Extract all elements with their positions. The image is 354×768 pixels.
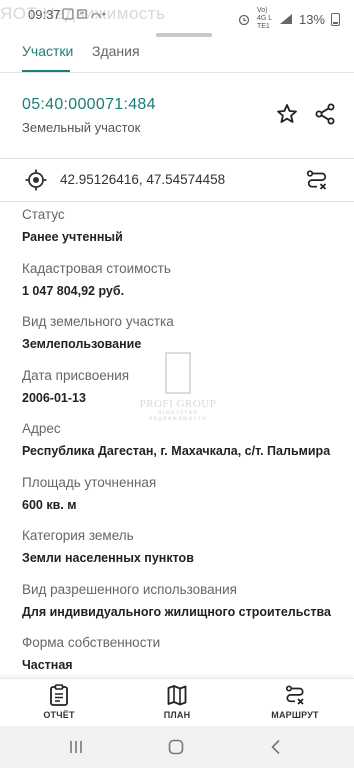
field-label: Категория земель	[22, 528, 134, 543]
star-icon	[277, 104, 297, 123]
coordinates-row: 42.95126416, 47.54574458	[0, 158, 354, 202]
recent-apps-button[interactable]	[56, 734, 96, 760]
field-value: Ранее учтенный	[22, 230, 123, 244]
field-label: Адрес	[22, 421, 61, 436]
field-land-type: Вид земельного участка Землепользование	[0, 310, 354, 364]
route-button[interactable]	[303, 166, 331, 194]
field-label: Форма собственности	[22, 635, 161, 650]
field-label: Площадь уточненная	[22, 474, 157, 490]
field-value: Земли населенных пунктов	[22, 551, 194, 565]
nav-plan[interactable]: ПЛАН	[118, 679, 236, 727]
field-value: 600 кв. м	[22, 497, 77, 512]
nav-plan-label: ПЛАН	[163, 710, 191, 720]
field-value: 2006-01-13	[22, 390, 86, 405]
field-value: 1 047 804,92 руб.	[22, 283, 125, 298]
field-value: Частная	[22, 658, 73, 672]
back-icon	[271, 739, 280, 755]
signal-icon	[279, 14, 292, 24]
field-label: Вид земельного участка	[22, 314, 174, 329]
share-button[interactable]	[311, 100, 339, 128]
coordinates-text[interactable]: 42.95126416, 47.54574458	[60, 172, 225, 187]
recent-apps-icon	[70, 741, 82, 753]
field-cadastral-value: Кадастровая стоимость 1 047 804,92 руб.	[0, 257, 354, 311]
nav-report[interactable]: ОТЧЁТ	[0, 679, 118, 727]
property-fields: Статус Ранее учтенный Кадастровая стоимо…	[0, 203, 354, 685]
field-label: Статус	[22, 207, 65, 222]
nav-report-label: ОТЧЁТ	[43, 710, 75, 720]
battery-icon	[331, 12, 340, 26]
field-label: Кадастровая стоимость	[22, 260, 171, 276]
bottom-nav: ОТЧЁТ ПЛАН МАРШРУТ	[0, 678, 354, 727]
system-nav-bar	[0, 726, 354, 768]
field-status: Статус Ранее учтенный	[0, 203, 354, 257]
route-icon	[285, 685, 304, 705]
object-header: 05:40:000071:484 Земельный участок	[0, 72, 354, 160]
status-right: Vo) 4G LTE1 13%	[237, 7, 340, 31]
gps-target-icon	[25, 169, 47, 191]
home-icon	[168, 739, 184, 755]
field-label: Вид разрешенного использования	[22, 581, 237, 597]
coords-divider	[0, 201, 354, 202]
field-value: Республика Дагестан, г. Махачкала, с/т. …	[22, 444, 331, 458]
share-icon	[315, 103, 335, 125]
locate-button[interactable]	[22, 166, 50, 194]
field-assignment-date: Дата присвоения 2006-01-13	[0, 364, 354, 418]
field-label: Дата присвоения	[22, 367, 130, 383]
nav-route[interactable]: МАРШРУТ	[236, 679, 354, 727]
field-ownership: Форма собственности Частная	[0, 631, 354, 685]
battery-percent: 13%	[298, 11, 325, 27]
field-land-category: Категория земель Земли населенных пункто…	[0, 524, 354, 578]
home-button[interactable]	[156, 734, 196, 760]
cadastral-number[interactable]: 05:40:000071:484	[22, 96, 156, 114]
notification-icons-glyphs	[62, 8, 106, 20]
report-icon	[50, 684, 68, 706]
field-address: Адрес Республика Дагестан, г. Махачкала,…	[0, 417, 354, 471]
favorite-button[interactable]	[273, 100, 301, 128]
field-value: Для индивидуального жилищного строительс…	[22, 604, 331, 619]
tab-bar: Участки Здания	[0, 38, 354, 73]
tab-buildings[interactable]: Здания	[92, 43, 140, 59]
field-area: Площадь уточненная 600 кв. м	[0, 471, 354, 525]
nav-route-label: МАРШРУТ	[271, 710, 319, 720]
field-value: Землепользование	[22, 337, 142, 351]
sheet-handle[interactable]	[156, 33, 212, 37]
status-time: 09:37	[28, 7, 61, 22]
map-icon	[167, 685, 187, 706]
status-bar: ЯОТ Недвижимость 09:37 Vo) 4G LTE1 13%	[0, 0, 354, 30]
alarm-icon	[238, 14, 250, 25]
route-icon	[306, 170, 327, 190]
notification-icons	[62, 7, 106, 24]
network-indicator: Vo) 4G LTE1	[256, 7, 273, 30]
tab-plots[interactable]: Участки	[22, 43, 73, 59]
field-permitted-use: Вид разрешенного использования Для индив…	[0, 578, 354, 632]
object-type: Земельный участок	[22, 120, 141, 135]
back-button[interactable]	[256, 734, 296, 760]
